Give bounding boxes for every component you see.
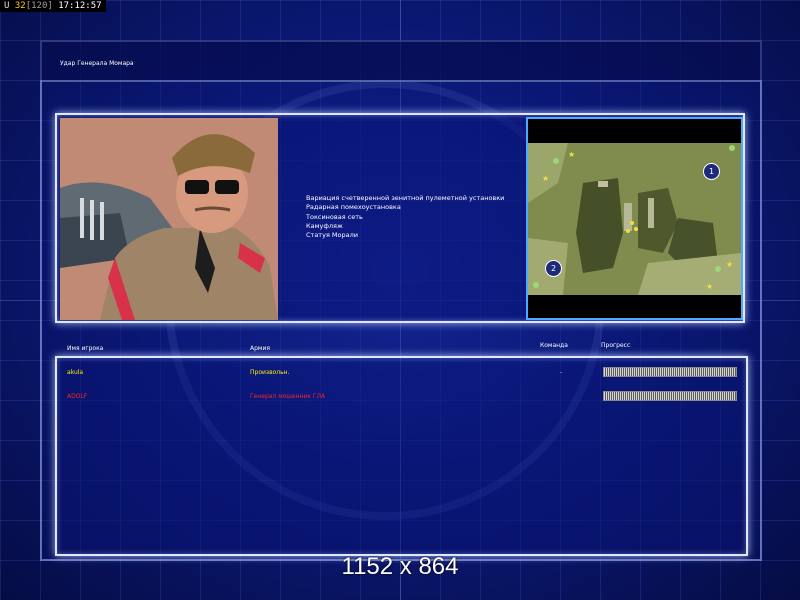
- player-name: ADOLF: [67, 393, 88, 400]
- header-army: Армия: [250, 345, 270, 352]
- title-bar: [40, 40, 762, 82]
- unit-list-item: Камуфляж: [306, 221, 343, 230]
- fps-value: 32: [14, 1, 26, 11]
- svg-text:★: ★: [706, 282, 713, 291]
- screen-title: Удар Генерала Момара: [60, 60, 134, 67]
- header-team: Команда: [540, 342, 568, 349]
- status-prefix: U: [4, 1, 10, 11]
- general-unit-list: Вариация счетверенной зенитной пулеметно…: [306, 194, 504, 240]
- start-position-1-marker[interactable]: 1: [703, 163, 720, 180]
- resolution-label: 1152 x 864: [341, 553, 459, 580]
- general-portrait: [60, 118, 278, 320]
- svg-text:★: ★: [542, 174, 549, 183]
- fps-cap: [120]: [25, 1, 53, 11]
- unit-list-item: Статуя Морали: [306, 231, 358, 240]
- unit-list-item: Вариация счетверенной зенитной пулеметно…: [306, 194, 505, 202]
- unit-list-item: Токсиновая сеть: [306, 212, 363, 221]
- header-player-name: Имя игрока: [67, 345, 104, 352]
- svg-text:★: ★: [568, 150, 575, 159]
- player-army: Генерал мошенник ГЛА: [250, 393, 326, 400]
- unit-list-item: Радарная помехоустановка: [306, 203, 401, 212]
- svg-text:★: ★: [726, 260, 733, 269]
- player-army: Произвольн.: [250, 369, 290, 376]
- header-progress: Прогресс: [601, 342, 631, 349]
- player-progress-bar: [603, 367, 737, 377]
- player-team: -: [560, 369, 563, 376]
- general-portrait-image: [60, 118, 278, 320]
- player-progress-bar: [603, 391, 737, 401]
- start-position-2-marker[interactable]: 2: [545, 260, 562, 277]
- status-bar: U 32[120] 17:12:57: [0, 0, 106, 12]
- clock: 17:12:57: [58, 1, 102, 11]
- player-name: akula: [67, 369, 84, 376]
- players-panel: [55, 356, 748, 556]
